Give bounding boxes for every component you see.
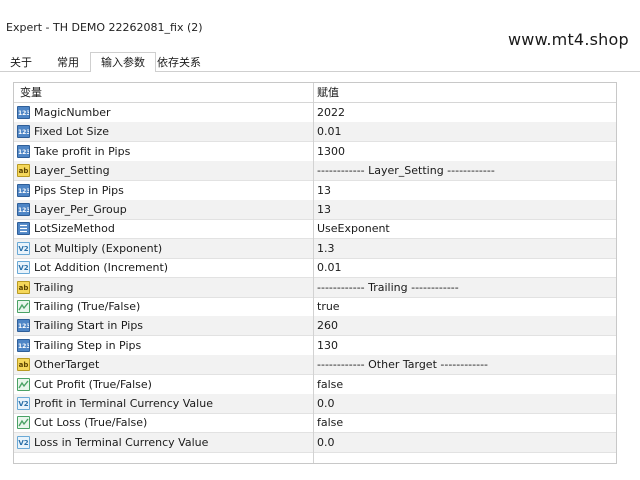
param-name: Fixed Lot Size: [34, 125, 110, 139]
watermark: www.mt4.shop: [508, 30, 629, 49]
param-name: LotSizeMethod: [34, 222, 115, 236]
param-value[interactable]: 1300: [317, 142, 345, 161]
table-row[interactable]: ab Trailing ------------ Trailing --------…: [14, 277, 616, 298]
header-variable[interactable]: 变量: [20, 83, 42, 102]
int-icon: 123: [17, 203, 30, 216]
param-value[interactable]: 260: [317, 316, 338, 335]
param-value[interactable]: ------------ Layer_Setting ------------: [317, 161, 495, 180]
param-value[interactable]: 1.3: [317, 239, 335, 258]
bool-icon: [17, 300, 30, 313]
param-value[interactable]: false: [317, 413, 343, 432]
table-row[interactable]: Cut Loss (True/False) false: [14, 413, 616, 434]
header-value[interactable]: 赋值: [317, 83, 339, 102]
table-row[interactable]: ab Layer_Setting ------------ Layer_Settin…: [14, 161, 616, 182]
table-row[interactable]: V2 Profit in Terminal Currency Value 0.0: [14, 394, 616, 414]
param-value[interactable]: 2022: [317, 103, 345, 122]
tab-about[interactable]: 关于: [4, 54, 38, 71]
param-value[interactable]: ------------ Trailing ------------: [317, 278, 459, 297]
column-divider[interactable]: [313, 83, 314, 463]
table-row[interactable]: V2 Lot Addition (Increment) 0.01: [14, 258, 616, 279]
param-name: MagicNumber: [34, 106, 111, 119]
tab-bar: 关于 常用 输入参数 依存关系: [0, 52, 640, 73]
param-name: Lot Addition (Increment): [34, 261, 169, 275]
param-name: Cut Profit (True/False): [34, 377, 152, 391]
table-row[interactable]: V2 Loss in Terminal Currency Value 0.0: [14, 432, 616, 453]
param-name: Layer_Setting: [34, 164, 110, 178]
enum-icon: [17, 222, 30, 236]
table-row[interactable]: Cut Profit (True/False) false: [14, 375, 616, 395]
table-row[interactable]: 123 Fixed Lot Size 0.01: [14, 122, 616, 143]
table-row[interactable]: Trailing (True/False) true: [14, 297, 616, 317]
table-header: 变量 赋值: [14, 83, 616, 103]
table-row[interactable]: 123 Pips Step in Pips 13: [14, 181, 616, 201]
table-row[interactable]: V2 Lot Multiply (Exponent) 1.3: [14, 238, 616, 259]
param-name: Profit in Terminal Currency Value: [34, 397, 213, 410]
table-row[interactable]: 123 Trailing Step in Pips 130: [14, 336, 616, 356]
param-value[interactable]: false: [317, 375, 343, 394]
param-name: Trailing (True/False): [34, 300, 141, 313]
tab-common[interactable]: 常用: [48, 54, 88, 71]
tab-inputs[interactable]: 输入参数: [90, 52, 156, 73]
int-icon: 123: [17, 183, 30, 197]
param-name: Trailing: [34, 280, 74, 294]
param-name: Layer_Per_Group: [34, 203, 127, 216]
param-name: Lot Multiply (Exponent): [34, 241, 163, 255]
double-icon: V2: [17, 241, 30, 255]
int-icon: 123: [17, 338, 30, 352]
param-value[interactable]: 130: [317, 336, 338, 355]
string-icon: ab: [17, 164, 30, 178]
param-name: Take profit in Pips: [34, 144, 131, 158]
param-name: Loss in Terminal Currency Value: [34, 435, 209, 449]
param-value[interactable]: 0.01: [317, 122, 342, 141]
param-name: Trailing Step in Pips: [34, 338, 142, 352]
tab-dependencies[interactable]: 依存关系: [150, 54, 208, 71]
param-name: OtherTarget: [34, 358, 100, 372]
table-row[interactable]: 123 Trailing Start in Pips 260: [14, 316, 616, 337]
table-row[interactable]: ab OtherTarget ------------ Other Target -…: [14, 355, 616, 376]
param-value[interactable]: true: [317, 297, 340, 316]
param-value[interactable]: 13: [317, 181, 331, 200]
string-icon: ab: [17, 280, 30, 294]
window-title: Expert - TH DEMO 22262081_fix (2): [6, 21, 203, 34]
param-value[interactable]: 0.01: [317, 258, 342, 277]
param-value[interactable]: 13: [317, 200, 331, 219]
int-icon: 123: [17, 125, 30, 139]
bool-icon: [17, 416, 30, 430]
double-icon: V2: [17, 261, 30, 275]
table-row[interactable]: LotSizeMethod UseExponent: [14, 219, 616, 240]
param-value[interactable]: 0.0: [317, 394, 335, 413]
double-icon: V2: [17, 435, 30, 449]
param-name: Trailing Start in Pips: [34, 319, 144, 333]
param-value[interactable]: 0.0: [317, 433, 335, 452]
int-icon: 123: [17, 319, 30, 333]
param-name: Pips Step in Pips: [34, 183, 124, 197]
table-row[interactable]: 123 MagicNumber 2022: [14, 103, 616, 123]
table-row[interactable]: 123 Layer_Per_Group 13: [14, 200, 616, 220]
int-icon: 123: [17, 106, 30, 119]
bool-icon: [17, 377, 30, 391]
int-icon: 123: [17, 144, 30, 158]
inputs-table: 变量 赋值 123 MagicNumber 2022 123 Fixed Lot Siz…: [13, 82, 617, 464]
string-icon: ab: [17, 358, 30, 372]
param-value[interactable]: ------------ Other Target ------------: [317, 355, 488, 374]
double-icon: V2: [17, 397, 30, 410]
param-value[interactable]: UseExponent: [317, 219, 390, 238]
param-name: Cut Loss (True/False): [34, 416, 148, 430]
table-row[interactable]: 123 Take profit in Pips 1300: [14, 142, 616, 162]
